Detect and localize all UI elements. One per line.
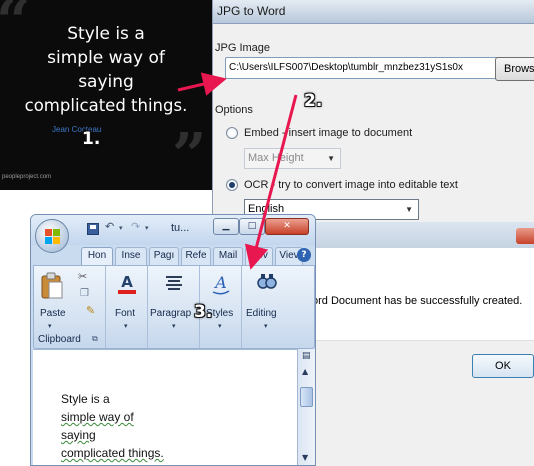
tab-references[interactable]: Refe (181, 247, 211, 265)
chevron-down-icon: ▾ (48, 322, 52, 330)
tab-mailings[interactable]: Mail (213, 247, 243, 265)
max-height-select: Max Height ▼ (244, 148, 341, 169)
scrollbar-thumb[interactable] (300, 387, 313, 407)
close-button[interactable]: ✕ (265, 218, 309, 235)
customize-icon[interactable]: ▾ (145, 224, 149, 232)
svg-text:A: A (213, 273, 227, 292)
format-painter-icon[interactable]: ✎ (86, 304, 95, 317)
paragraph-icon (166, 276, 182, 290)
chevron-down-icon: ▾ (172, 322, 176, 330)
image-path-field[interactable]: C:\Users\ILFS007\Desktop\tumblr_mnzbez31… (225, 57, 508, 79)
quote-line: Style is a (67, 24, 145, 44)
tab-insert[interactable]: Inse (115, 247, 147, 265)
scroll-up-icon[interactable]: ▲ (302, 367, 308, 376)
scroll-down-icon[interactable]: ▼ (302, 453, 308, 462)
styles-icon: A (212, 273, 230, 295)
find-icon (257, 274, 277, 289)
step-3-badge: 3. (194, 302, 213, 322)
editing-label: Editing (246, 308, 277, 319)
jpg-to-word-window: JPG to Word JPG Image C:\Users\ILFS007\D… (212, 0, 534, 222)
quote-line: simple way of (47, 48, 165, 68)
clipboard-group-label: Clipboard (38, 334, 81, 345)
font-color-icon: A (118, 273, 136, 294)
quote-site: peopleproject.com (2, 174, 52, 180)
tab-page-layout[interactable]: Pagı (149, 247, 179, 265)
embed-label: Embed - insert image to document (244, 127, 413, 139)
paragraph-group[interactable]: Paragrap ▾ (148, 266, 200, 348)
options-label: Options (215, 104, 253, 116)
word-title: tu... (171, 222, 190, 234)
clipboard-group: ✂ ❐ ✎ Paste ▾ Clipboard ⧉ (34, 266, 106, 348)
document-line: complicated things. (61, 446, 164, 460)
quote-mark-close: ” (172, 121, 207, 190)
save-icon[interactable] (87, 223, 99, 235)
tab-home[interactable]: Hon (81, 247, 113, 265)
ok-button[interactable]: OK (472, 354, 534, 378)
quote-image: “ ” Style is a simple way of saying comp… (0, 0, 212, 190)
cut-icon[interactable]: ✂ (78, 270, 87, 283)
tab-review[interactable]: Rev (245, 247, 273, 265)
document-area[interactable]: Style is a simple way of saying complica… (33, 349, 297, 465)
paste-label[interactable]: Paste (40, 308, 66, 319)
help-button[interactable]: ? (297, 248, 311, 262)
success-dialog: ord Document has be successfully created… (290, 222, 534, 466)
redo-icon[interactable]: ↷ (131, 220, 140, 233)
ocr-label: OCR - try to convert image into editable… (244, 179, 458, 191)
chevron-down-icon: ▾ (124, 322, 128, 330)
undo-icon[interactable]: ↶ (105, 220, 114, 233)
ribbon-tabs: Hon Inse Pagı Refe Mail Rev Viev (31, 245, 315, 265)
vertical-scrollbar[interactable]: ▤ ▲ ▼ (297, 349, 315, 465)
minimize-button[interactable]: ▁ (213, 218, 239, 235)
paste-icon[interactable] (40, 272, 64, 300)
dialog-launcher-icon[interactable]: ⧉ (92, 334, 98, 344)
copy-icon[interactable]: ❐ (80, 288, 89, 299)
document-line: Style is a (61, 392, 110, 406)
embed-radio[interactable] (226, 127, 238, 139)
max-height-value: Max Height (248, 152, 304, 164)
document-page[interactable]: Style is a simple way of saying complica… (33, 350, 297, 465)
dialog-titlebar[interactable] (290, 222, 534, 248)
office-logo-icon (45, 229, 61, 245)
qat-dropdown-icon[interactable]: ▾ (119, 224, 123, 232)
document-line: saying (61, 428, 96, 442)
window-title: JPG to Word (217, 4, 286, 18)
maximize-button[interactable]: □ (239, 218, 265, 235)
paragraph-label: Paragrap (150, 308, 192, 319)
word-window: ↶ ▾ ↷ ▾ tu... ▁ □ ✕ Hon Inse Pagı Refe M… (30, 214, 316, 466)
editing-group[interactable]: Editing ▾ (242, 266, 292, 348)
font-label: Font (115, 308, 136, 319)
chevron-down-icon: ▼ (405, 205, 413, 214)
svg-text:A: A (121, 273, 133, 291)
quote-line: saying (78, 72, 134, 92)
document-line: simple way of (61, 410, 134, 424)
jpg-image-label: JPG Image (215, 42, 271, 54)
close-icon[interactable] (516, 228, 534, 244)
ribbon: ✂ ❐ ✎ Paste ▾ Clipboard ⧉ A Font ▾ Parag… (33, 265, 315, 349)
ocr-radio[interactable] (226, 179, 238, 191)
quote-line: complicated things. (24, 96, 188, 115)
step-2-badge: 2. (304, 91, 323, 111)
ruler-toggle-icon[interactable]: ▤ (302, 351, 311, 361)
chevron-down-icon: ▼ (327, 154, 335, 163)
step-1-badge: 1. (82, 129, 101, 149)
jpg-titlebar[interactable]: JPG to Word (213, 0, 534, 24)
chevron-down-icon: ▾ (264, 322, 268, 330)
success-message: ord Document has be successfully created… (312, 295, 523, 307)
font-group[interactable]: A Font ▾ (106, 266, 148, 348)
browse-button[interactable]: Browse (495, 57, 534, 81)
chevron-down-icon: ▾ (218, 322, 222, 330)
